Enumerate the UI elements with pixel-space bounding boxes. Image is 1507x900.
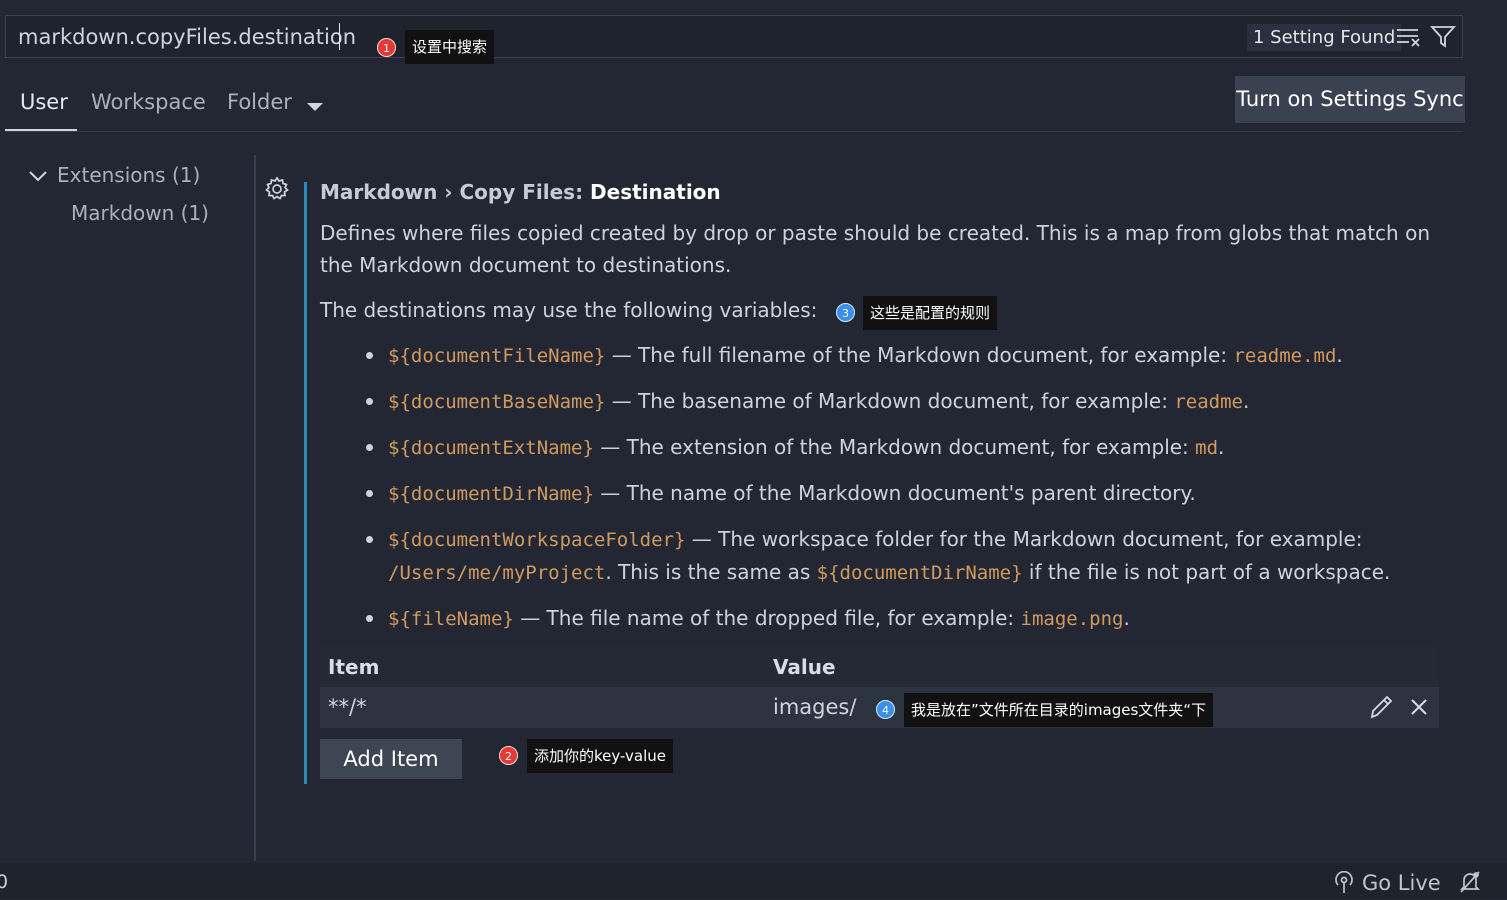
go-live-button[interactable]: Go Live bbox=[1333, 870, 1441, 900]
annotation-badge-2: 2 bbox=[499, 746, 518, 765]
variable-code: ${documentWorkspaceFolder} bbox=[388, 529, 686, 551]
variable-example: readme bbox=[1174, 391, 1243, 413]
tree-item-markdown[interactable]: Markdown (1) bbox=[71, 201, 209, 225]
variable-code: ${documentDirName} bbox=[388, 483, 594, 505]
tab-folder[interactable]: Folder bbox=[227, 90, 292, 114]
turn-on-settings-sync-button[interactable]: Turn on Settings Sync bbox=[1235, 76, 1465, 123]
variable-tail: if the file is not part of a workspace. bbox=[1022, 560, 1391, 584]
bell-icon[interactable] bbox=[1458, 870, 1482, 898]
list-item: ${fileName} — The file name of the dropp… bbox=[320, 602, 1430, 635]
go-live-label: Go Live bbox=[1362, 871, 1441, 895]
variable-example: md bbox=[1195, 437, 1219, 459]
column-header-value: Value bbox=[773, 655, 836, 679]
variable-text: — The file name of the dropped file, for… bbox=[513, 606, 1021, 630]
text-caret bbox=[339, 23, 340, 50]
annotation-note-4: 我是放在”文件所在目录的images文件夹“下 bbox=[904, 693, 1214, 727]
gear-icon[interactable] bbox=[263, 175, 291, 207]
variable-text: — The full filename of the Markdown docu… bbox=[605, 343, 1234, 367]
edit-icon[interactable] bbox=[1368, 693, 1394, 725]
variable-example: readme.md bbox=[1233, 345, 1337, 367]
variable-text: — The name of the Markdown document's pa… bbox=[593, 481, 1196, 505]
variable-example: image.png bbox=[1020, 608, 1124, 630]
broadcast-icon bbox=[1335, 870, 1353, 893]
setting-title-prefix: Markdown › Copy Files: bbox=[320, 180, 591, 204]
status-left-text: 0 bbox=[0, 871, 9, 893]
variable-tail: . This is the same as bbox=[605, 560, 817, 584]
status-bar: 0 Go Live bbox=[0, 863, 1507, 899]
row-item: **/* bbox=[328, 695, 367, 719]
variable-code: ${documentBaseName} bbox=[388, 391, 606, 413]
variable-tail: . bbox=[1123, 606, 1130, 630]
settings-search-box[interactable]: markdown.copyFiles.destination 1 Setting… bbox=[5, 15, 1463, 58]
close-icon[interactable] bbox=[1409, 697, 1429, 721]
list-item: ${documentWorkspaceFolder} — The workspa… bbox=[320, 523, 1430, 589]
tab-user[interactable]: User bbox=[20, 90, 68, 114]
variable-tail: . bbox=[1242, 389, 1250, 413]
variable-code: ${documentExtName} bbox=[388, 437, 594, 459]
row-value: images/ bbox=[773, 695, 857, 719]
clear-filter-icon[interactable] bbox=[1396, 26, 1422, 52]
tabs-divider bbox=[5, 131, 1463, 132]
search-input[interactable]: markdown.copyFiles.destination bbox=[18, 25, 356, 49]
variable-code: ${documentDirName} bbox=[816, 562, 1023, 584]
list-item: ${documentDirName} — The name of the Mar… bbox=[320, 477, 1430, 510]
setting-title: Markdown › Copy Files: Destination bbox=[320, 180, 721, 204]
filter-icon[interactable] bbox=[1429, 24, 1457, 54]
variable-tail: . bbox=[1218, 435, 1225, 459]
variable-code: ${documentFileName} bbox=[388, 345, 606, 367]
variable-text: — The workspace folder for the Markdown … bbox=[685, 527, 1363, 551]
column-header-item: Item bbox=[328, 655, 380, 679]
list-item: ${documentFileName} — The full filename … bbox=[320, 339, 1430, 372]
setting-title-name: Destination bbox=[590, 180, 721, 204]
annotation-note-1: 设置中搜索 bbox=[405, 30, 495, 64]
chevron-down-icon[interactable] bbox=[306, 98, 324, 117]
list-item: ${documentBaseName} — The basename of Ma… bbox=[320, 385, 1430, 418]
list-item: ${documentExtName} — The extension of th… bbox=[320, 431, 1430, 464]
pane-divider[interactable] bbox=[254, 155, 256, 861]
add-item-button[interactable]: Add Item bbox=[320, 739, 462, 779]
setting-description: Defines where files copied created by dr… bbox=[320, 221, 1430, 277]
modified-indicator-bar bbox=[304, 182, 307, 784]
annotation-note-2: 添加你的key-value bbox=[527, 739, 673, 773]
annotation-badge-1: 1 bbox=[377, 38, 396, 57]
tab-workspace[interactable]: Workspace bbox=[91, 90, 206, 114]
annotation-badge-4: 4 bbox=[876, 700, 895, 719]
table-header: Item Value bbox=[320, 647, 1439, 687]
tree-item-extensions[interactable]: Extensions (1) bbox=[57, 163, 200, 187]
variable-text: — The basename of Markdown document, for… bbox=[605, 389, 1175, 413]
variables-list: ${documentFileName} — The full filename … bbox=[320, 339, 1430, 648]
annotation-badge-3: 3 bbox=[836, 303, 855, 322]
annotation-note-3: 这些是配置的规则 bbox=[863, 296, 998, 330]
variable-tail: . bbox=[1336, 343, 1343, 367]
variable-example: /Users/me/myProject bbox=[388, 562, 606, 584]
results-count-badge: 1 Setting Found bbox=[1247, 24, 1402, 51]
variable-code: ${fileName} bbox=[388, 608, 514, 630]
chevron-down-icon[interactable] bbox=[28, 168, 48, 187]
variable-text: — The extension of the Markdown document… bbox=[593, 435, 1196, 459]
